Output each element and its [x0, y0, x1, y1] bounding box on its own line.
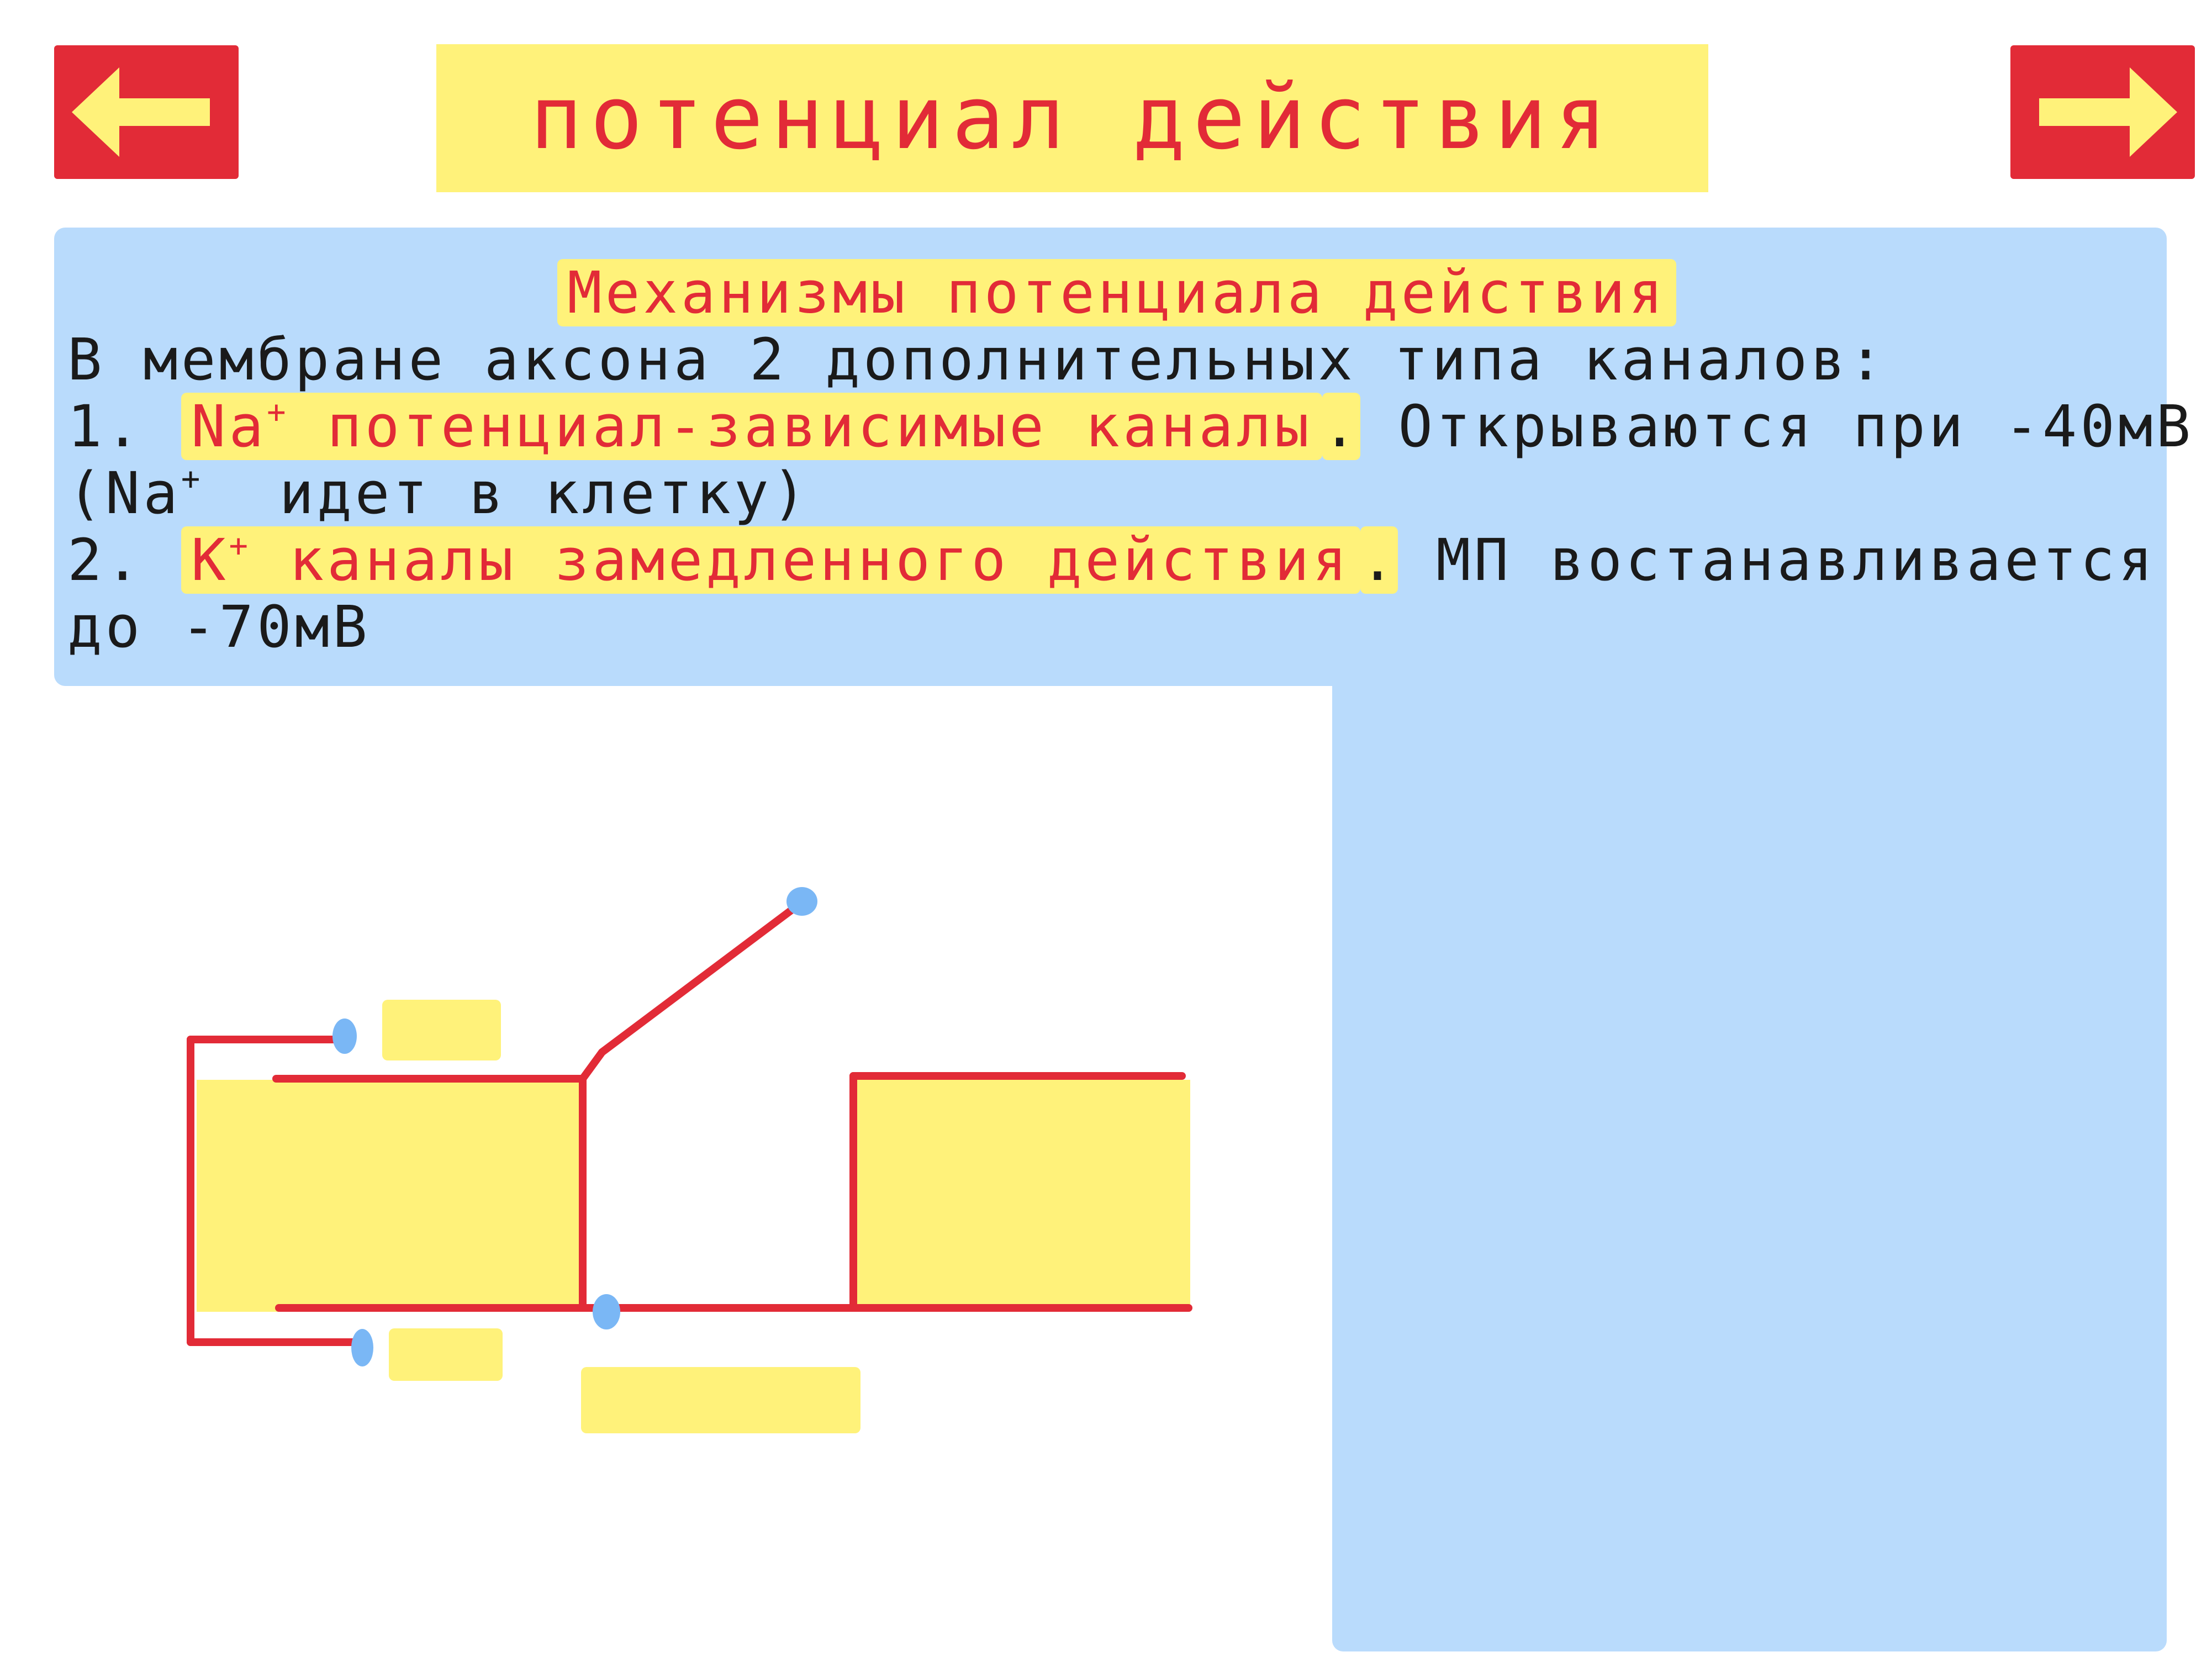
- item-1-ion-charge: +: [267, 394, 289, 431]
- content-block: Механизмы потенциала действия В мембране…: [67, 259, 2190, 661]
- item-2-highlight: K+ каналы замедленного действия: [181, 526, 1360, 594]
- item-1-line2-charge: +: [181, 461, 204, 498]
- item-1-name: потенциал-зависимые каналы: [327, 393, 1313, 460]
- item-1-highlight: Na+ потенциал-зависимые каналы: [181, 393, 1323, 460]
- item-1-line2-rest: идет в клетку): [279, 460, 810, 527]
- arrow-left-icon: [72, 67, 210, 157]
- title-banner: потенциал действия: [436, 44, 1708, 192]
- item-2-line-2: до -70мВ: [67, 593, 371, 661]
- channel-gate-lever: [579, 899, 805, 1083]
- next-slide-button[interactable]: [2010, 45, 2195, 179]
- item-1-line-2: (Na+ идет в клетку): [67, 460, 2166, 527]
- item-1-line: 1. Na+ потенциал-зависимые каналы. Откры…: [67, 393, 2190, 460]
- item-2-ion-charge: +: [229, 527, 251, 564]
- left-membrane-block: [197, 1080, 583, 1312]
- item-1-number: 1.: [67, 393, 144, 460]
- item-1-rest: Открываются при -40мВ: [1398, 393, 2194, 460]
- terminal-dot-top: [332, 1019, 357, 1054]
- side-panel: [1332, 552, 2167, 1651]
- item-1-ion: Na: [191, 393, 267, 460]
- label-placeholder-center: [581, 1367, 860, 1433]
- pivot-dot: [593, 1294, 620, 1329]
- intro-line: В мембране аксона 2 дополнительных типа …: [67, 326, 1887, 393]
- item-2-line: 2. K+ каналы замедленного действия. МП в…: [67, 526, 2166, 594]
- label-placeholder-top: [382, 1000, 501, 1060]
- item-2-period: .: [1360, 526, 1398, 594]
- subtitle-line: Механизмы потенциала действия: [67, 259, 2166, 326]
- item-2-name: каналы замедленного действия: [289, 526, 1350, 594]
- section-subtitle: Механизмы потенциала действия: [557, 259, 1676, 326]
- page-title: потенциал действия: [530, 67, 1615, 169]
- arrow-right-icon: [2039, 67, 2177, 157]
- item-2-rest: МП востанавливается: [1435, 526, 2156, 594]
- label-placeholder-bottom: [389, 1328, 503, 1381]
- terminal-dot-bottom: [351, 1329, 373, 1366]
- right-membrane-block: [853, 1080, 1190, 1312]
- item-1-line2-open: (Na: [67, 460, 181, 527]
- item-1-period: .: [1322, 393, 1360, 460]
- item-2-number: 2.: [67, 526, 144, 594]
- previous-slide-button[interactable]: [54, 45, 239, 179]
- item-2-ion: K: [191, 526, 229, 594]
- gate-dot: [786, 887, 817, 916]
